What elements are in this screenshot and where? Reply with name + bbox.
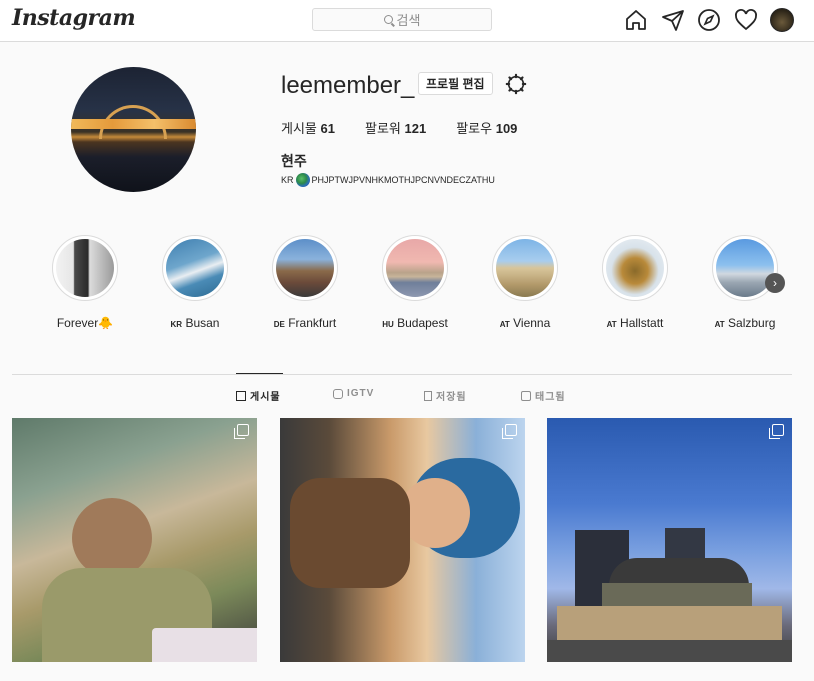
post-thumbnail[interactable] bbox=[12, 418, 257, 662]
highlight-forever[interactable]: Forever🐥 bbox=[43, 235, 127, 330]
tab-label: 태그됨 bbox=[535, 392, 566, 403]
bio-text: PHJPTWJPVNHKMOTHJPCNVNDECZATHU bbox=[311, 175, 495, 185]
tab-label: IGTV bbox=[347, 388, 375, 399]
search-icon bbox=[383, 15, 393, 24]
direct-icon[interactable] bbox=[661, 8, 685, 32]
highlight-label: Busan bbox=[185, 316, 220, 330]
country-code: KR bbox=[170, 320, 183, 329]
search-placeholder: 검색 bbox=[396, 13, 421, 28]
highlight-label: Forever bbox=[56, 316, 99, 330]
highlight-label: Frankfurt bbox=[288, 316, 337, 330]
active-tab-indicator bbox=[236, 373, 283, 374]
posts-label: 게시물 bbox=[281, 121, 317, 136]
tab-igtv[interactable]: IGTV bbox=[333, 388, 374, 399]
tab-tagged[interactable]: 태그됨 bbox=[521, 388, 566, 403]
profile-username: leemember_ bbox=[281, 72, 415, 99]
explore-icon[interactable] bbox=[697, 8, 721, 32]
profile-avatar-icon[interactable] bbox=[770, 8, 794, 32]
country-code: HU bbox=[382, 320, 394, 329]
tab-posts[interactable]: 게시물 bbox=[236, 388, 281, 403]
search-input[interactable]: 검색 bbox=[312, 8, 492, 31]
posts-count: 게시물 61 bbox=[281, 118, 335, 137]
profile-bio: KR PHJPTWJPVNHKMOTHJPCNVNDECZATHU bbox=[281, 173, 495, 187]
tab-label: 저장됨 bbox=[436, 392, 467, 403]
multiple-photos-icon bbox=[769, 424, 784, 439]
country-code: AT bbox=[499, 320, 510, 329]
post-thumbnail[interactable] bbox=[547, 418, 792, 662]
settings-gear-icon[interactable] bbox=[505, 73, 527, 95]
country-code: DE bbox=[273, 320, 285, 329]
bio-prefix: KR bbox=[281, 175, 294, 185]
multiple-photos-icon bbox=[502, 424, 517, 439]
tab-saved[interactable]: 저장됨 bbox=[424, 388, 467, 403]
instagram-logo[interactable]: Instagram bbox=[12, 5, 136, 31]
following-count[interactable]: 팔로우 109 bbox=[456, 118, 517, 137]
highlight-hallstatt[interactable]: AT Hallstatt bbox=[593, 235, 677, 330]
tabs-divider bbox=[12, 374, 792, 375]
highlight-vienna[interactable]: AT Vienna bbox=[483, 235, 567, 330]
highlight-label: Salzburg bbox=[728, 316, 776, 330]
following-value: 109 bbox=[495, 121, 518, 136]
country-code: AT bbox=[606, 320, 617, 329]
tab-label: 게시물 bbox=[250, 392, 281, 403]
edit-profile-button[interactable]: 프로필 편집 bbox=[418, 72, 493, 95]
igtv-icon bbox=[333, 388, 343, 399]
highlight-budapest[interactable]: HU Budapest bbox=[373, 235, 457, 330]
highlight-busan[interactable]: KR Busan bbox=[153, 235, 237, 330]
activity-heart-icon[interactable] bbox=[734, 8, 758, 32]
tag-icon bbox=[521, 390, 531, 401]
profile-stats: 게시물 61 팔로워 121 팔로우 109 bbox=[281, 118, 547, 137]
profile-picture[interactable] bbox=[71, 67, 196, 192]
followers-label: 팔로워 bbox=[364, 121, 401, 136]
chick-icon: 🐥 bbox=[98, 316, 114, 330]
post-thumbnail[interactable] bbox=[280, 418, 525, 662]
followers-count[interactable]: 팔로워 121 bbox=[365, 118, 426, 137]
profile-full-name: 현주 bbox=[281, 153, 307, 169]
followers-value: 121 bbox=[404, 121, 427, 136]
home-icon[interactable] bbox=[624, 8, 648, 32]
highlight-label: Hallstatt bbox=[620, 316, 664, 330]
highlight-frankfurt[interactable]: DE Frankfurt bbox=[263, 235, 347, 330]
following-label: 팔로우 bbox=[456, 121, 493, 136]
globe-icon bbox=[295, 173, 310, 187]
grid-icon bbox=[236, 390, 246, 401]
highlight-label: Vienna bbox=[513, 316, 551, 330]
posts-value: 61 bbox=[320, 121, 335, 136]
top-navigation-bar: Instagram 검색 bbox=[0, 0, 814, 42]
bookmark-icon bbox=[424, 390, 432, 401]
highlights-next-arrow-icon[interactable]: › bbox=[765, 273, 785, 293]
country-code: AT bbox=[714, 320, 725, 329]
highlight-label: Budapest bbox=[397, 316, 448, 330]
multiple-photos-icon bbox=[234, 424, 249, 439]
